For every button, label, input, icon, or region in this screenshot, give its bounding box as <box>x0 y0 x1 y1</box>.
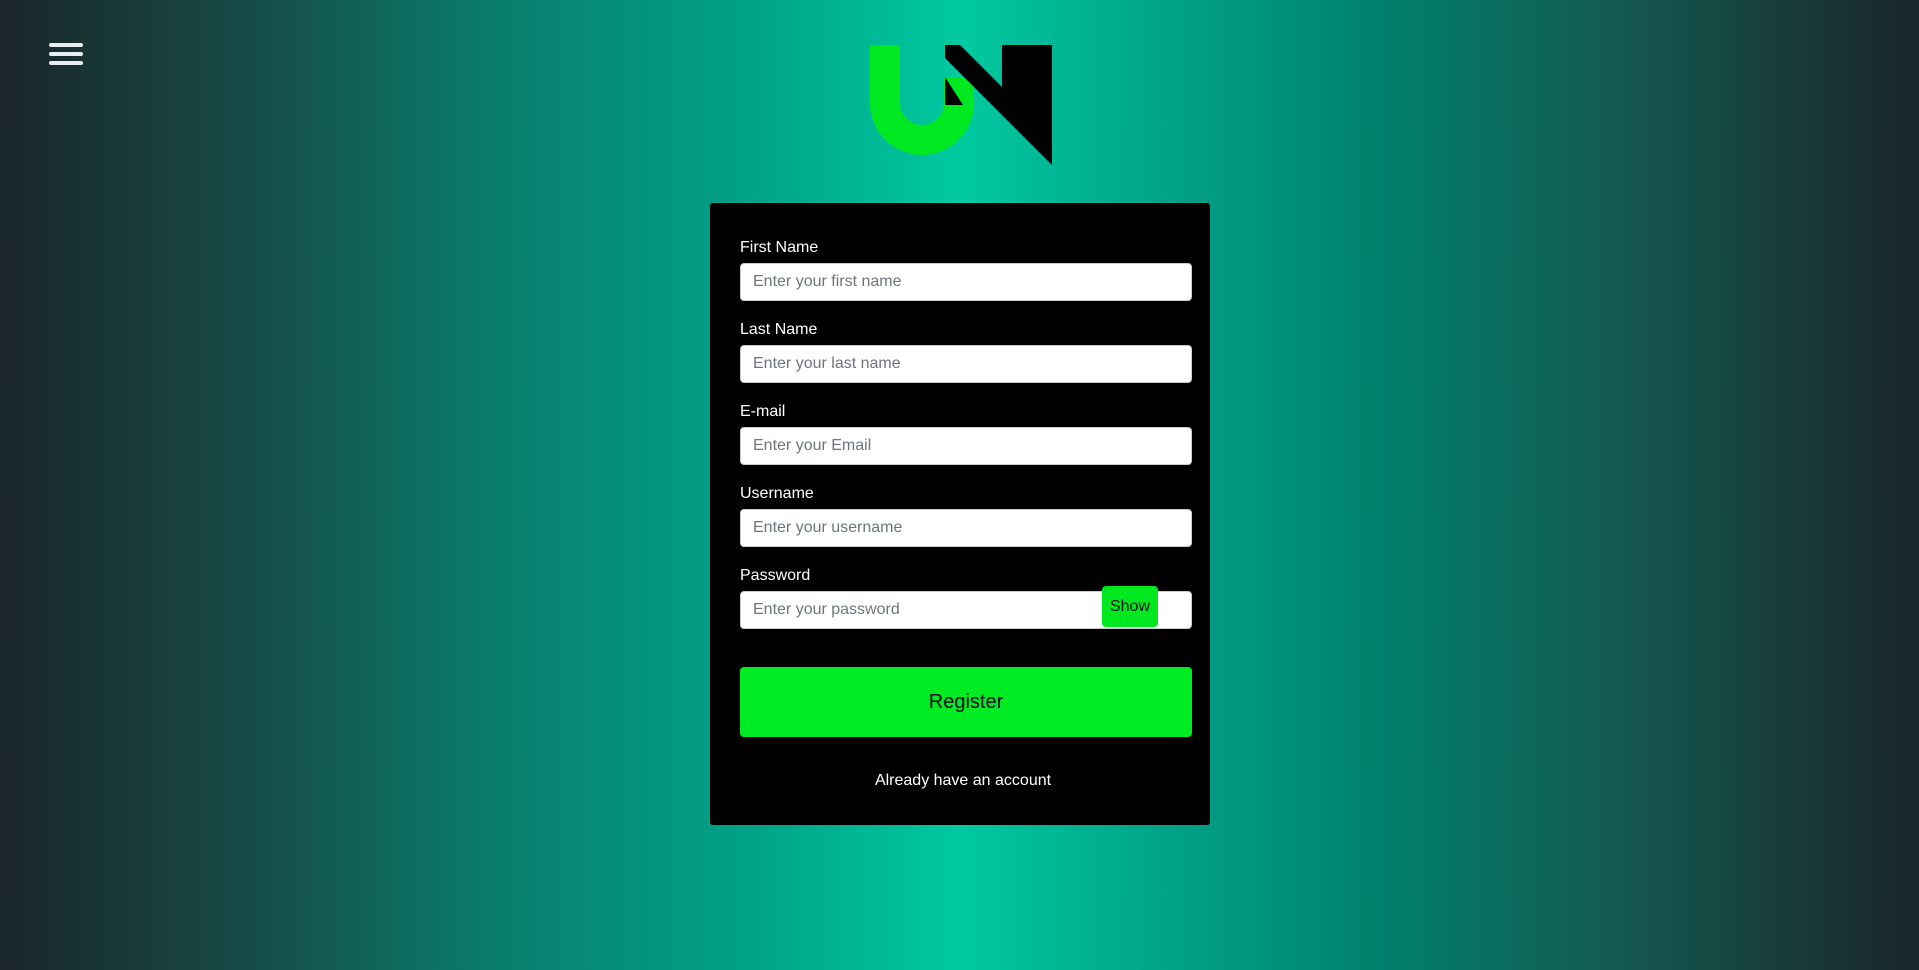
last-name-input[interactable] <box>740 345 1192 383</box>
menu-bar <box>49 43 83 47</box>
username-input[interactable] <box>740 509 1192 547</box>
first-name-input[interactable] <box>740 263 1192 301</box>
show-password-button[interactable]: Show <box>1102 586 1158 627</box>
register-button[interactable]: Register <box>740 667 1192 737</box>
menu-bar <box>49 52 83 56</box>
logo-letter-n <box>945 45 1052 165</box>
last-name-label: Last Name <box>740 321 818 338</box>
menu-bar <box>49 61 83 65</box>
username-label: Username <box>740 485 814 502</box>
email-input[interactable] <box>740 427 1192 465</box>
un-logo <box>870 45 1052 165</box>
email-label: E-mail <box>740 403 786 420</box>
password-label: Password <box>740 567 811 584</box>
register-form: First Name Last Name E-mail Username Pas… <box>710 203 1210 825</box>
first-name-label: First Name <box>740 239 819 256</box>
hamburger-menu-icon[interactable] <box>49 43 83 69</box>
login-link[interactable]: Already have an account <box>710 772 1216 790</box>
